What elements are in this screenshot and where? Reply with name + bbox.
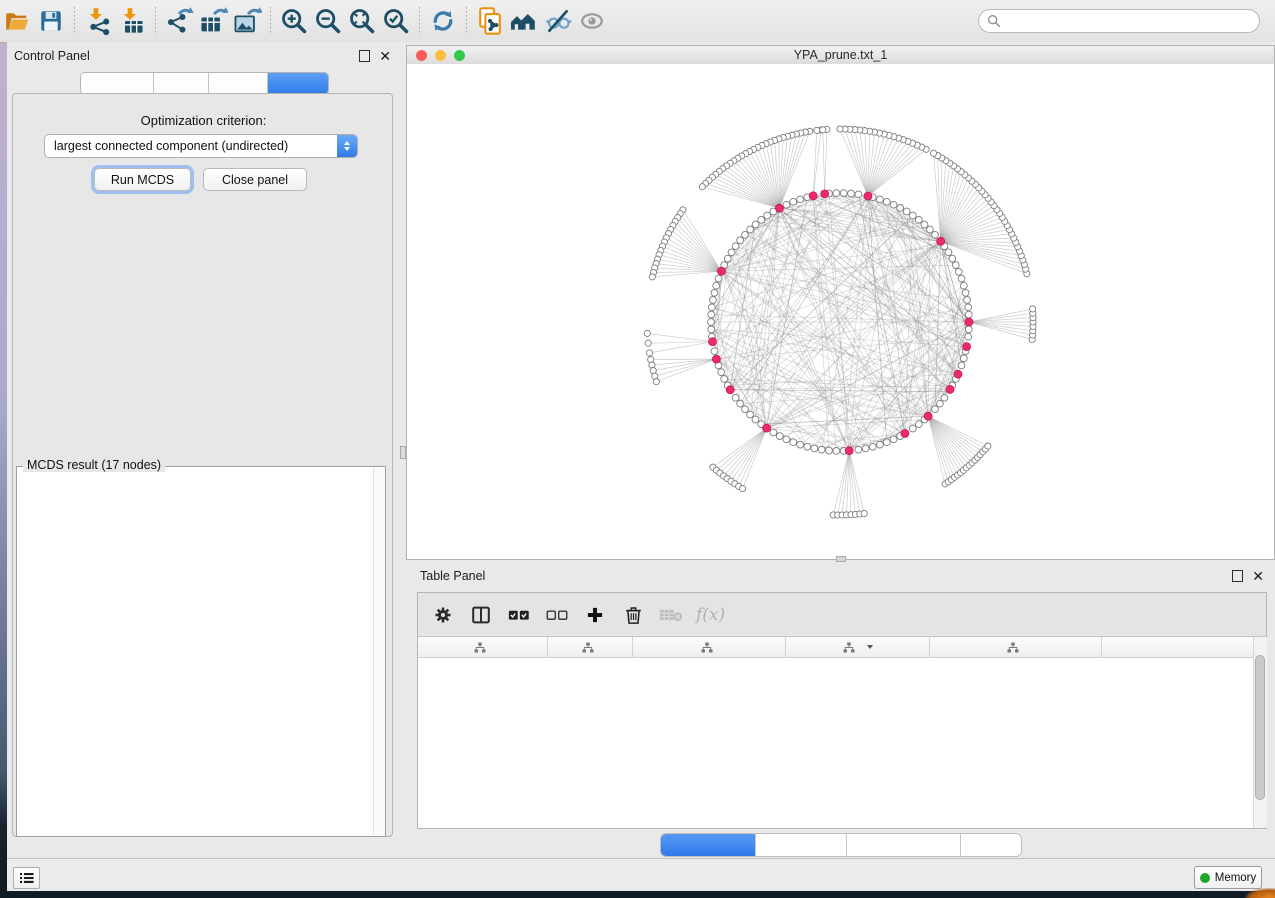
tab-style[interactable] (154, 73, 209, 94)
import-table-icon[interactable] (115, 5, 149, 37)
table-toolbar: f(x) (418, 593, 1266, 637)
table-panel: Table Panel ✕ (406, 560, 1275, 858)
memory-button[interactable]: Memory (1194, 866, 1262, 889)
table-row[interactable] (418, 722, 1253, 738)
network-graph[interactable] (407, 64, 1274, 559)
network-vertical-scrollbar[interactable] (400, 446, 406, 459)
toolbar-separator (466, 7, 467, 35)
float-panel-icon[interactable] (359, 50, 370, 62)
zoom-in-icon[interactable] (277, 5, 311, 37)
table-scrollbar-thumb[interactable] (1255, 655, 1265, 800)
optimization-criterion-label: Optimization criterion: (7, 113, 400, 128)
network-canvas[interactable] (407, 64, 1274, 559)
control-panel: Control Panel ✕ Optimization criterion: … (7, 42, 400, 858)
desktop-wallpaper-accent (1245, 888, 1275, 898)
zoom-fit-icon[interactable] (345, 5, 379, 37)
table-row[interactable] (418, 674, 1253, 690)
select-stepper-icon (337, 135, 357, 157)
columns-icon[interactable] (468, 602, 494, 628)
zoom-out-icon[interactable] (311, 5, 345, 37)
table-row[interactable] (418, 738, 1253, 754)
table-row[interactable] (418, 658, 1253, 674)
table-row[interactable] (418, 770, 1253, 786)
tab-network[interactable] (81, 73, 154, 94)
column-header-MCDS-role[interactable] (633, 637, 786, 657)
toolbar-separator (270, 7, 271, 35)
toolbar-separator (419, 7, 420, 35)
float-table-panel-icon[interactable] (1232, 570, 1243, 582)
apply-layout-icon[interactable] (426, 5, 460, 37)
memory-status-dot (1200, 873, 1210, 883)
save-session-icon[interactable] (34, 5, 68, 37)
column-header-name[interactable] (548, 637, 633, 657)
tab-edge-table[interactable] (756, 834, 847, 856)
list-icon (19, 871, 35, 885)
select-all-icon[interactable] (506, 602, 532, 628)
close-table-panel-icon[interactable]: ✕ (1252, 571, 1264, 581)
search-box[interactable] (978, 9, 1260, 33)
export-image-icon[interactable] (230, 5, 264, 37)
run-mcds-button[interactable]: Run MCDS (94, 168, 191, 191)
column-header-predecessor-nodes[interactable] (930, 637, 1102, 657)
function-builder-icon: f(x) (696, 602, 725, 628)
control-panel-title: Control Panel (14, 49, 90, 63)
hide-selected-icon[interactable] (541, 5, 575, 37)
import-network-icon[interactable] (81, 5, 115, 37)
node-table-frame: f(x) (417, 592, 1267, 829)
clear-selection-icon[interactable] (544, 602, 570, 628)
tab-network-table[interactable] (847, 834, 961, 856)
table-row[interactable] (418, 802, 1253, 818)
table-panel-tabs (660, 833, 1022, 857)
mcds-result-list[interactable] (23, 476, 363, 826)
duplicate-network-icon[interactable] (473, 5, 507, 37)
network-gallery-icon[interactable] (507, 5, 541, 37)
column-header-successor-nodes[interactable] (786, 637, 930, 657)
fx-label: f(x) (696, 605, 725, 625)
mcds-result-scrollbar[interactable] (373, 468, 385, 835)
table-body (418, 658, 1253, 828)
tab-motifs[interactable] (961, 834, 1021, 856)
close-panel-button[interactable]: Close panel (203, 168, 307, 191)
task-history-button[interactable] (13, 867, 40, 889)
delete-icon[interactable] (620, 602, 646, 628)
memory-label: Memory (1215, 872, 1257, 884)
table-row[interactable] (418, 706, 1253, 722)
table-panel-title: Table Panel (420, 569, 485, 583)
table-row[interactable] (418, 786, 1253, 802)
table-row[interactable] (418, 754, 1253, 770)
tab-mcds[interactable] (268, 73, 328, 94)
table-row[interactable] (418, 690, 1253, 706)
add-icon[interactable] (582, 602, 608, 628)
table-header-row (418, 637, 1253, 658)
mcds-result-title: MCDS result (17 nodes) (23, 458, 165, 472)
optimization-criterion-value: largest connected component (undirected) (45, 139, 337, 153)
export-table-icon[interactable] (196, 5, 230, 37)
search-input[interactable] (1006, 13, 1259, 29)
network-view-window: YPA_prune.txt_1 (406, 45, 1275, 560)
optimization-criterion-select[interactable]: largest connected component (undirected) (44, 134, 358, 158)
toolbar-separator (155, 7, 156, 35)
zoom-selected-icon[interactable] (379, 5, 413, 37)
control-panel-tabs (80, 72, 329, 95)
network-window-title: YPA_prune.txt_1 (407, 48, 1274, 62)
tab-select[interactable] (209, 73, 268, 94)
sort-descending-icon (867, 645, 873, 649)
close-panel-icon[interactable]: ✕ (379, 51, 391, 61)
main-toolbar (0, 0, 1275, 43)
column-header-shared-name[interactable] (418, 637, 548, 657)
column-header-filler (1102, 637, 1253, 657)
gear-icon[interactable] (430, 602, 456, 628)
show-eye-icon (575, 5, 609, 37)
export-network-icon[interactable] (162, 5, 196, 37)
delete-table-icon (658, 602, 684, 628)
tab-node-table[interactable] (661, 834, 756, 856)
network-window-titlebar[interactable]: YPA_prune.txt_1 (407, 46, 1274, 65)
status-bar: Memory (7, 858, 1275, 891)
open-session-icon[interactable] (0, 5, 34, 37)
toolbar-separator (74, 7, 75, 35)
search-icon (987, 14, 1001, 28)
